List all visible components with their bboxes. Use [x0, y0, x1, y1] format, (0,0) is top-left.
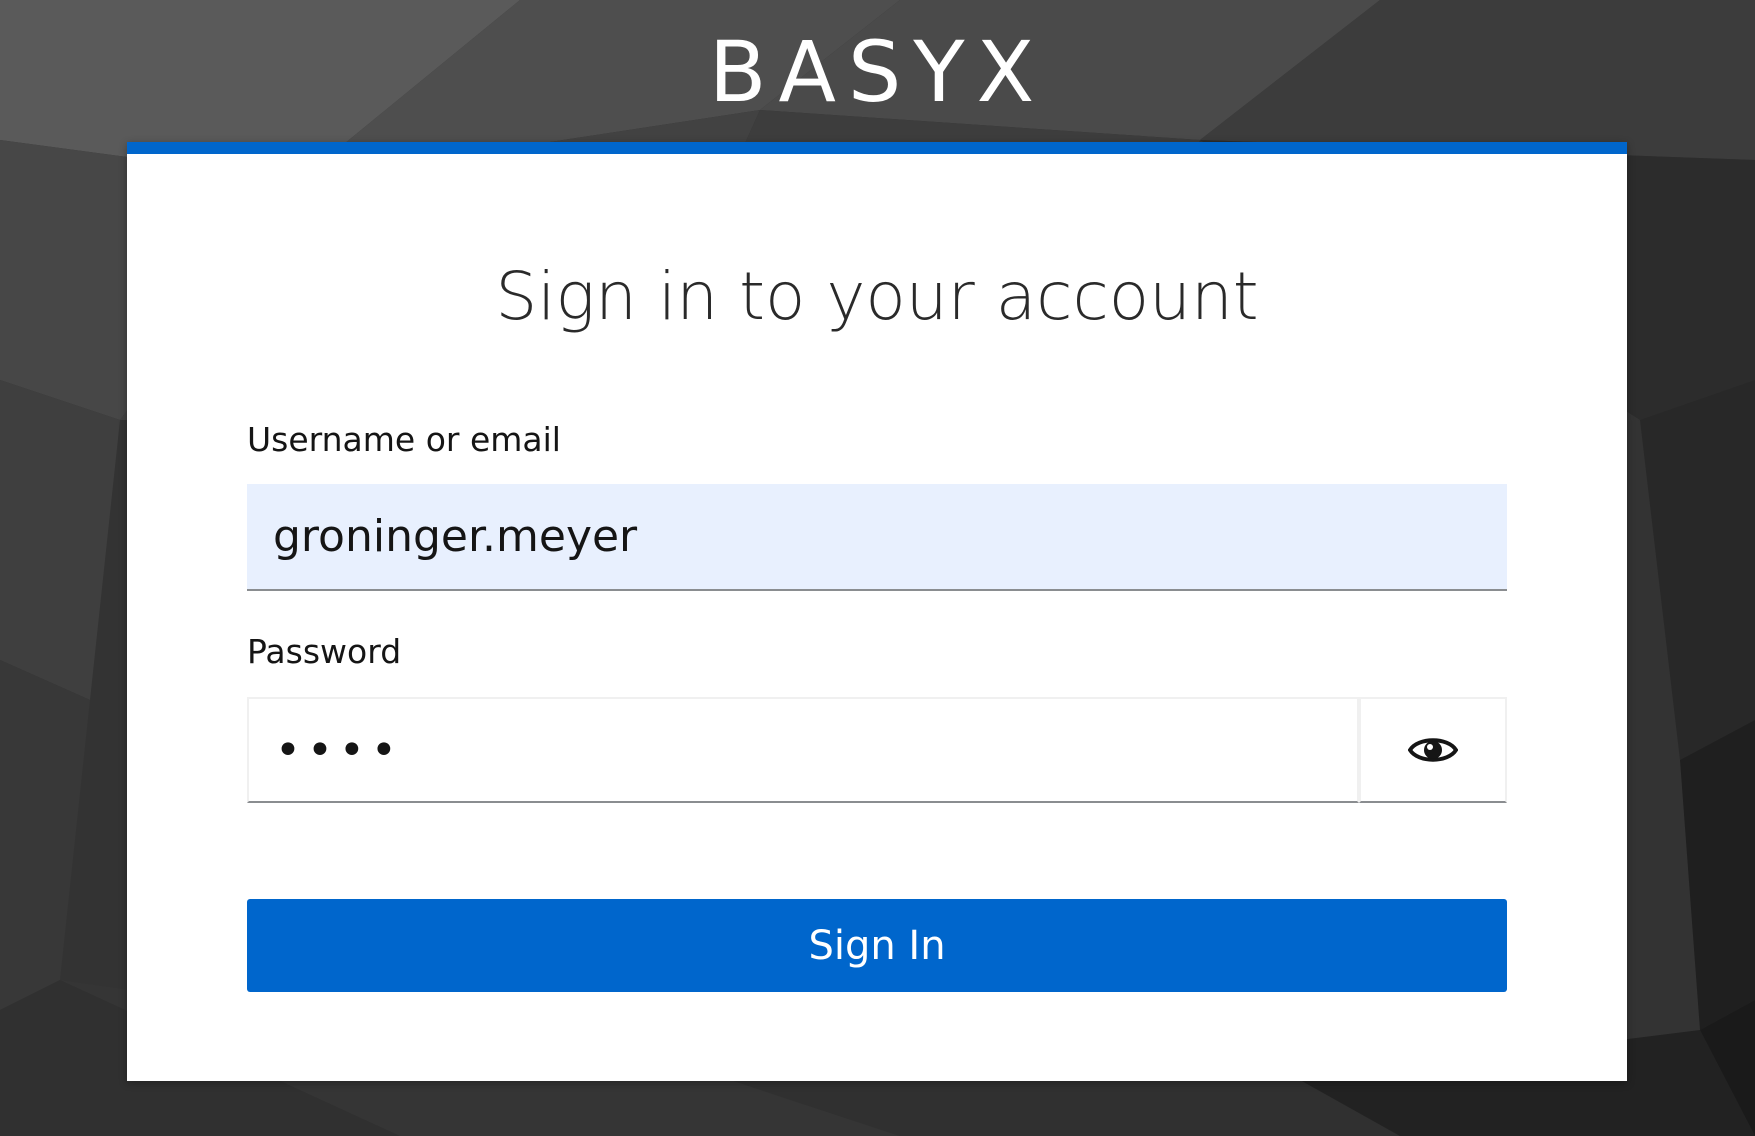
- eye-icon: [1408, 738, 1458, 762]
- password-label: Password: [247, 632, 402, 671]
- password-input[interactable]: [247, 697, 1359, 803]
- page-title: Sign in to your account: [495, 258, 1259, 335]
- show-password-button[interactable]: [1359, 697, 1507, 803]
- username-input[interactable]: [247, 484, 1507, 591]
- sign-in-button[interactable]: Sign In: [247, 899, 1507, 992]
- brand-title: BASYX: [708, 23, 1047, 121]
- login-card: Sign in to your account Username or emai…: [127, 142, 1627, 1081]
- username-label: Username or email: [247, 420, 561, 459]
